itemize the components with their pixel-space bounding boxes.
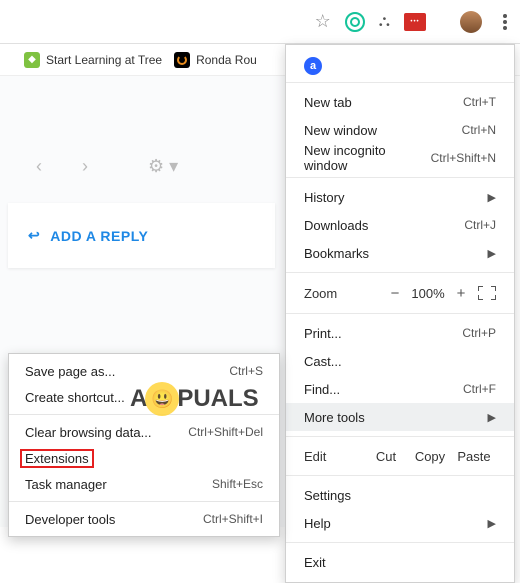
- menu-label: New window: [304, 123, 462, 138]
- menu-bookmarks[interactable]: Bookmarks ▶: [286, 239, 514, 267]
- ronda-icon: [174, 52, 190, 68]
- menu-shortcut: Ctrl+T: [463, 95, 496, 109]
- menu-history[interactable]: History ▶: [286, 183, 514, 211]
- submenu-label: Clear browsing data...: [25, 425, 188, 440]
- menu-exit[interactable]: Exit: [286, 548, 514, 576]
- menu-separator: [286, 542, 514, 543]
- menu-separator: [286, 313, 514, 314]
- submenu-separator: [9, 414, 279, 415]
- menu-edit-row: Edit Cut Copy Paste: [286, 442, 514, 470]
- menu-label: Bookmarks: [304, 246, 480, 261]
- paste-button[interactable]: Paste: [452, 449, 496, 464]
- menu-shortcut: Ctrl+Shift+N: [431, 151, 496, 165]
- menu-label: Downloads: [304, 218, 464, 233]
- menu-shortcut: Ctrl+N: [462, 123, 496, 137]
- submenu-task-manager[interactable]: Task manager Shift+Esc: [9, 471, 279, 497]
- add-reply-label: ADD A REPLY: [50, 228, 148, 244]
- lastpass-extension-icon[interactable]: •••: [404, 13, 426, 31]
- extension-icon[interactable]: ⛬: [379, 13, 390, 31]
- menu-label: Exit: [304, 555, 496, 570]
- reply-arrow-icon: ↩: [28, 227, 40, 244]
- bookmark-star-icon[interactable]: ☆: [315, 11, 331, 32]
- menu-separator: [286, 272, 514, 273]
- extensions-highlight: Extensions: [20, 449, 94, 468]
- menu-label: Find...: [304, 382, 463, 397]
- bookmark-item-1[interactable]: ◆ Start Learning at Tree: [24, 52, 162, 68]
- chevron-left-icon[interactable]: ‹: [36, 156, 42, 177]
- submenu-shortcut: Ctrl+S: [229, 364, 263, 378]
- submenu-label: Developer tools: [25, 512, 203, 527]
- zoom-value: 100%: [406, 286, 450, 301]
- menu-print[interactable]: Print... Ctrl+P: [286, 319, 514, 347]
- menu-new-tab[interactable]: New tab Ctrl+T: [286, 88, 514, 116]
- submenu-save-page[interactable]: Save page as... Ctrl+S: [9, 358, 279, 384]
- submenu-arrow-icon: ▶: [488, 411, 496, 424]
- submenu-dev-tools[interactable]: Developer tools Ctrl+Shift+I: [9, 506, 279, 532]
- zoom-in-button[interactable]: +: [450, 285, 472, 302]
- bookmark-label: Start Learning at Tree: [46, 53, 162, 67]
- submenu-arrow-icon: ▶: [488, 247, 496, 260]
- edit-label: Edit: [304, 449, 364, 464]
- submenu-create-shortcut[interactable]: Create shortcut...: [9, 384, 279, 410]
- menu-downloads[interactable]: Downloads Ctrl+J: [286, 211, 514, 239]
- menu-shortcut: Ctrl+F: [463, 382, 496, 396]
- menu-label: New tab: [304, 95, 463, 110]
- zoom-label: Zoom: [304, 286, 384, 301]
- menu-label: Help: [304, 516, 480, 531]
- zoom-out-button[interactable]: −: [384, 285, 406, 302]
- menu-help[interactable]: Help ▶: [286, 509, 514, 537]
- submenu-arrow-icon: ▶: [488, 517, 496, 530]
- submenu-label: Task manager: [25, 477, 212, 492]
- menu-shortcut: Ctrl+J: [464, 218, 496, 232]
- treehouse-icon: ◆: [24, 52, 40, 68]
- submenu-label: Save page as...: [25, 364, 229, 379]
- submenu-shortcut: Ctrl+Shift+Del: [188, 425, 263, 439]
- menu-label: Settings: [304, 488, 496, 503]
- submenu-label: Create shortcut...: [25, 390, 263, 405]
- menu-kebab-icon[interactable]: [496, 10, 514, 34]
- menu-cast[interactable]: Cast...: [286, 347, 514, 375]
- submenu-extensions[interactable]: Extensions: [9, 445, 279, 471]
- menu-find[interactable]: Find... Ctrl+F: [286, 375, 514, 403]
- submenu-clear-data[interactable]: Clear browsing data... Ctrl+Shift+Del: [9, 419, 279, 445]
- profile-avatar[interactable]: [460, 11, 482, 33]
- more-tools-submenu: Save page as... Ctrl+S Create shortcut..…: [8, 353, 280, 537]
- menu-separator: [286, 475, 514, 476]
- menu-separator: [286, 82, 514, 83]
- menu-more-tools[interactable]: More tools ▶: [286, 403, 514, 431]
- menu-settings[interactable]: Settings: [286, 481, 514, 509]
- menu-label: New incognito window: [304, 143, 431, 173]
- menu-new-window[interactable]: New window Ctrl+N: [286, 116, 514, 144]
- submenu-shortcut: Ctrl+Shift+I: [203, 512, 263, 526]
- menu-label: History: [304, 190, 480, 205]
- bookmark-label: Ronda Rou: [196, 53, 257, 67]
- menu-separator: [286, 177, 514, 178]
- menu-label: Cast...: [304, 354, 496, 369]
- page-nav: ‹ › ⚙ ▾: [0, 76, 285, 197]
- menu-label: Print...: [304, 326, 462, 341]
- cut-button[interactable]: Cut: [364, 449, 408, 464]
- add-reply-button[interactable]: ↩ ADD A REPLY: [8, 203, 275, 268]
- menu-new-incognito[interactable]: New incognito window Ctrl+Shift+N: [286, 144, 514, 172]
- submenu-arrow-icon: ▶: [488, 191, 496, 204]
- amazon-assistant-icon[interactable]: a: [304, 57, 322, 75]
- copy-button[interactable]: Copy: [408, 449, 452, 464]
- gear-icon[interactable]: ⚙ ▾: [148, 156, 178, 177]
- submenu-separator: [9, 501, 279, 502]
- menu-shortcut: Ctrl+P: [462, 326, 496, 340]
- menu-zoom: Zoom − 100% +: [286, 278, 514, 308]
- menu-extension-row: a: [286, 51, 514, 77]
- chevron-right-icon[interactable]: ›: [82, 156, 88, 177]
- bookmark-item-2[interactable]: Ronda Rou: [174, 52, 257, 68]
- chrome-main-menu: a New tab Ctrl+T New window Ctrl+N New i…: [285, 44, 515, 583]
- submenu-label: Extensions: [25, 451, 263, 466]
- submenu-shortcut: Shift+Esc: [212, 477, 263, 491]
- menu-label: More tools: [304, 410, 480, 425]
- menu-separator: [286, 436, 514, 437]
- browser-toolbar: ☆ ⛬ •••: [0, 0, 520, 44]
- grammarly-extension-icon[interactable]: [345, 12, 365, 32]
- fullscreen-icon[interactable]: [478, 286, 496, 300]
